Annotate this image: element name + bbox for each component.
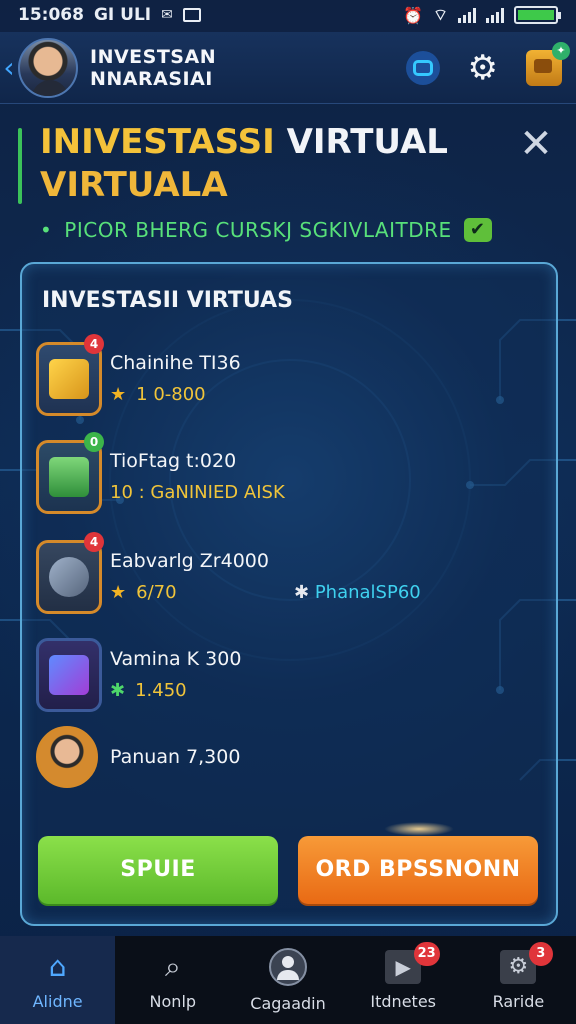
crypto-cube-icon [36, 638, 102, 712]
item-extra-label: PhanalSP60 [314, 582, 421, 603]
item-badge: 4 [84, 532, 104, 552]
nav-label: Cagaadin [250, 993, 326, 1013]
status-time: 15:068 [18, 5, 84, 25]
item-badge: 0 [84, 432, 104, 452]
star-icon: ★ [110, 582, 127, 603]
battery-icon [514, 6, 561, 24]
item-badge: 4 [84, 334, 104, 354]
profile-icon [269, 947, 307, 986]
sparkle-icon: ✱ [294, 582, 310, 603]
item-name: Panuan 7,300 [110, 746, 241, 768]
panel-title: INVESTASII VIRTUAS [42, 288, 293, 313]
back-button[interactable]: ‹ [0, 32, 18, 104]
bag-badge: ✦ [552, 41, 570, 60]
item-value: 6/70 [136, 582, 177, 603]
nav-badge: 3 [528, 942, 553, 966]
investment-item[interactable]: Panuan 7,300 [36, 726, 536, 806]
page-subtitle: • PICOR BHERG CURSKJ SGKIVLAITDRE ✔ [40, 218, 492, 242]
notification-icon: ✉ [161, 7, 173, 23]
page-title-rest: VIRTUAL [286, 122, 448, 162]
header-title: INVESTSAN NNARASIAI [90, 46, 406, 90]
nav-label: Itdnetes [370, 991, 436, 1011]
item-value-row: ★ 6/70 [110, 582, 177, 603]
item-value: 1.450 [135, 680, 187, 701]
page-title-line2: VIRTUALA [40, 165, 228, 205]
page-title-line1: INIVESTASSI VIRTUAL [40, 122, 448, 162]
investment-item[interactable]: 0 TioFtag t:020 10 : GaNINIED AISK [36, 432, 536, 520]
primary-button[interactable]: SPUIE [38, 836, 278, 904]
item-name: TioFtag t:020 [110, 450, 237, 472]
subtitle-text: PICOR BHERG CURSKJ SGKIVLAITDRE [64, 218, 452, 242]
nav-label: Alidne [32, 991, 83, 1011]
title-accent-bar [18, 128, 22, 204]
subtitle-bullet: • [40, 218, 53, 242]
home-icon: ⌂ [48, 950, 67, 983]
shop-bag-icon[interactable]: ✦ [526, 41, 570, 86]
button-glow [384, 822, 454, 836]
user-avatar[interactable] [18, 37, 78, 98]
signal-icon-2 [486, 7, 504, 23]
header-title-line1: INVESTSAN [90, 45, 217, 68]
sparkle-icon: ✱ [110, 680, 126, 701]
item-value-row: ✱ 1.450 [110, 680, 187, 701]
investment-panel: INVESTASII VIRTUAS 4 Chainihe TI36 ★ 1 0… [20, 262, 558, 926]
item-value-row: 10 : GaNINIED AISK [110, 482, 285, 503]
status-left-text: GI ULI [93, 5, 152, 25]
item-value-row: ★ 1 0-800 [110, 384, 206, 405]
chat-icon [412, 59, 433, 76]
settings-gear-icon[interactable]: ⚙ [468, 51, 498, 85]
investment-item[interactable]: 4 Chainihe TI36 ★ 1 0-800 [36, 334, 536, 422]
nav-label: Raride [492, 991, 545, 1011]
nav-item-rewards[interactable]: ⚙ 3 Raride [461, 936, 576, 1024]
message-icon [182, 8, 201, 22]
page-title-highlight: INIVESTASSI [40, 122, 275, 162]
star-icon: ★ [110, 384, 127, 405]
nav-item-profile[interactable]: Cagaadin [230, 936, 345, 1024]
investment-item[interactable]: 4 Eabvarlg Zr4000 ★ 6/70 ✱ PhanalSP60 [36, 532, 536, 620]
secondary-button[interactable]: ORD BPSSNONN [298, 836, 538, 904]
item-name: Chainihe TI36 [110, 352, 241, 374]
bottom-navigation: ⌂ Alidne ⌕ Nonlp Cagaadin ▶ 23 Itdnetes … [0, 936, 576, 1024]
nav-label: Nonlp [149, 991, 197, 1011]
search-icon: ⌕ [164, 949, 181, 983]
signal-icon [458, 7, 476, 23]
wifi-icon: ⌔ [432, 5, 448, 24]
header-title-line2: NNARASIAI [90, 67, 213, 90]
person-avatar-icon [36, 726, 98, 788]
item-name: Vamina K 300 [110, 648, 242, 670]
close-button[interactable]: ✕ [514, 124, 558, 168]
alarm-icon: ⏰ [403, 5, 423, 25]
item-value: 1 0-800 [136, 384, 206, 405]
nav-item-search[interactable]: ⌕ Nonlp [115, 936, 230, 1024]
status-bar: 15:068 GI ULI ✉ ⏰ ⌔ [0, 0, 576, 30]
check-icon: ✔ [463, 218, 492, 242]
nav-item-home[interactable]: ⌂ Alidne [0, 936, 116, 1024]
nav-item-videos[interactable]: ▶ 23 Itdnetes [346, 936, 461, 1024]
nav-badge: 23 [413, 942, 440, 966]
item-name: Eabvarlg Zr4000 [110, 550, 269, 572]
item-extra: ✱ PhanalSP60 [294, 582, 421, 603]
app-header: ‹ INVESTSAN NNARASIAI ⚙ ✦ [0, 32, 576, 104]
investment-item[interactable]: Vamina K 300 ✱ 1.450 [36, 638, 536, 718]
chat-button[interactable] [405, 50, 440, 85]
item-value: 10 : GaNINIED AISK [110, 482, 285, 503]
